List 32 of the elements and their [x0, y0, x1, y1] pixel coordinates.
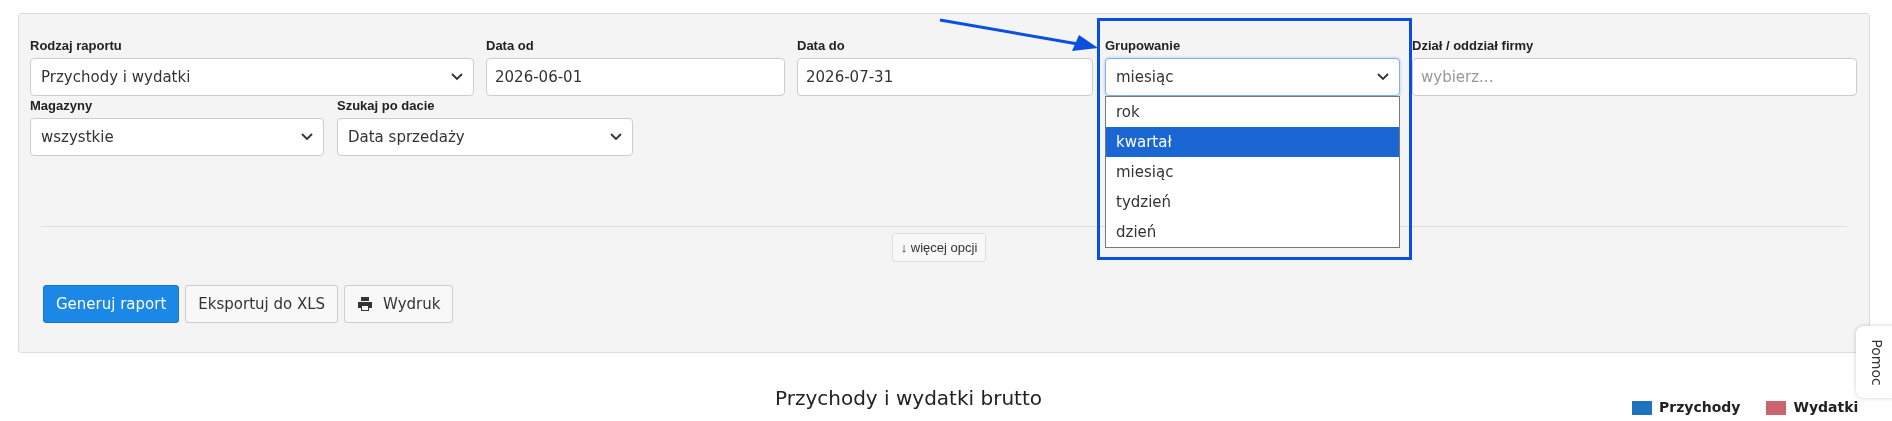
- more-options-button[interactable]: ↓ więcej opcji: [891, 233, 987, 262]
- dropdown-option[interactable]: miesiąc: [1106, 157, 1399, 187]
- field-label: Rodzaj raportu: [30, 38, 123, 54]
- select-field[interactable]: miesiąc: [1105, 58, 1400, 96]
- legend-label: Wydatki: [1793, 398, 1859, 417]
- chevron-down-icon: [301, 133, 313, 141]
- field-label: Magazyny: [30, 98, 94, 114]
- export-button[interactable]: Eksportuj do XLS: [185, 285, 339, 323]
- field-label: Data do: [797, 38, 846, 54]
- dropdown-option[interactable]: kwartał: [1106, 127, 1399, 157]
- input-field[interactable]: wybierz...: [1412, 58, 1857, 96]
- field-label: Grupowanie: [1105, 38, 1182, 54]
- dropdown-option[interactable]: tydzień: [1106, 187, 1399, 217]
- chevron-down-icon: [610, 133, 622, 141]
- field-label: Szukaj po dacie: [337, 98, 436, 114]
- select-field[interactable]: Przychody i wydatki: [30, 58, 474, 96]
- help-tab[interactable]: Pomoc: [1856, 326, 1892, 398]
- chevron-down-icon: [451, 73, 463, 81]
- print-button[interactable]: Wydruk: [344, 285, 454, 323]
- chart-title: Przychody i wydatki brutto: [775, 385, 1042, 412]
- select-field[interactable]: wszystkie: [30, 118, 324, 156]
- field-label: Dział / oddział firmy: [1412, 38, 1535, 54]
- dropdown-option[interactable]: dzień: [1106, 217, 1399, 247]
- generate-button[interactable]: Generuj raport: [43, 285, 180, 323]
- field-label: Data od: [486, 38, 535, 54]
- printer-icon: [357, 297, 374, 311]
- chevron-down-icon: [1377, 73, 1389, 81]
- dropdown-option[interactable]: rok: [1106, 97, 1399, 127]
- date-field[interactable]: 2026-06-01: [486, 58, 785, 96]
- legend-label: Przychody: [1659, 398, 1741, 417]
- date-field[interactable]: 2026-07-31: [797, 58, 1093, 96]
- select-field[interactable]: Data sprzedaży: [337, 118, 633, 156]
